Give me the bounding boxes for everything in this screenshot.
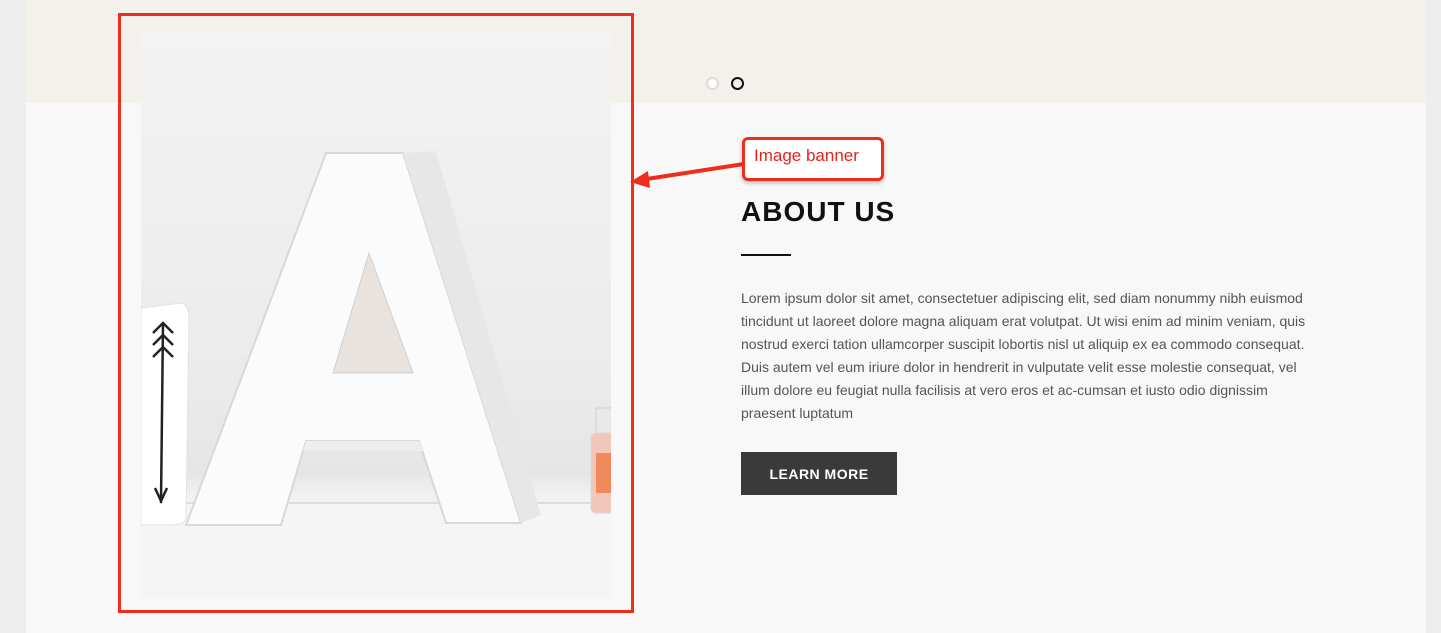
about-body-text: Lorem ipsum dolor sit amet, consectetuer…: [741, 290, 1306, 421]
annotation-callout: Image banner: [742, 137, 884, 181]
image-banner: [141, 33, 611, 598]
slider-dots: [706, 77, 744, 90]
page-frame: ABOUT US Lorem ipsum dolor sit amet, con…: [26, 0, 1426, 633]
letter-a-icon: [184, 151, 541, 526]
slider-dot-1[interactable]: [706, 77, 719, 90]
learn-more-button[interactable]: LEARN MORE: [741, 452, 897, 495]
letter-a-photo: [141, 151, 611, 598]
mug-icon: [141, 302, 190, 526]
jar-icon: [590, 407, 611, 514]
about-title: ABOUT US: [741, 196, 896, 227]
slider-dot-2[interactable]: [731, 77, 744, 90]
title-divider: [741, 254, 791, 256]
annotation-arrow-icon: [630, 162, 745, 188]
